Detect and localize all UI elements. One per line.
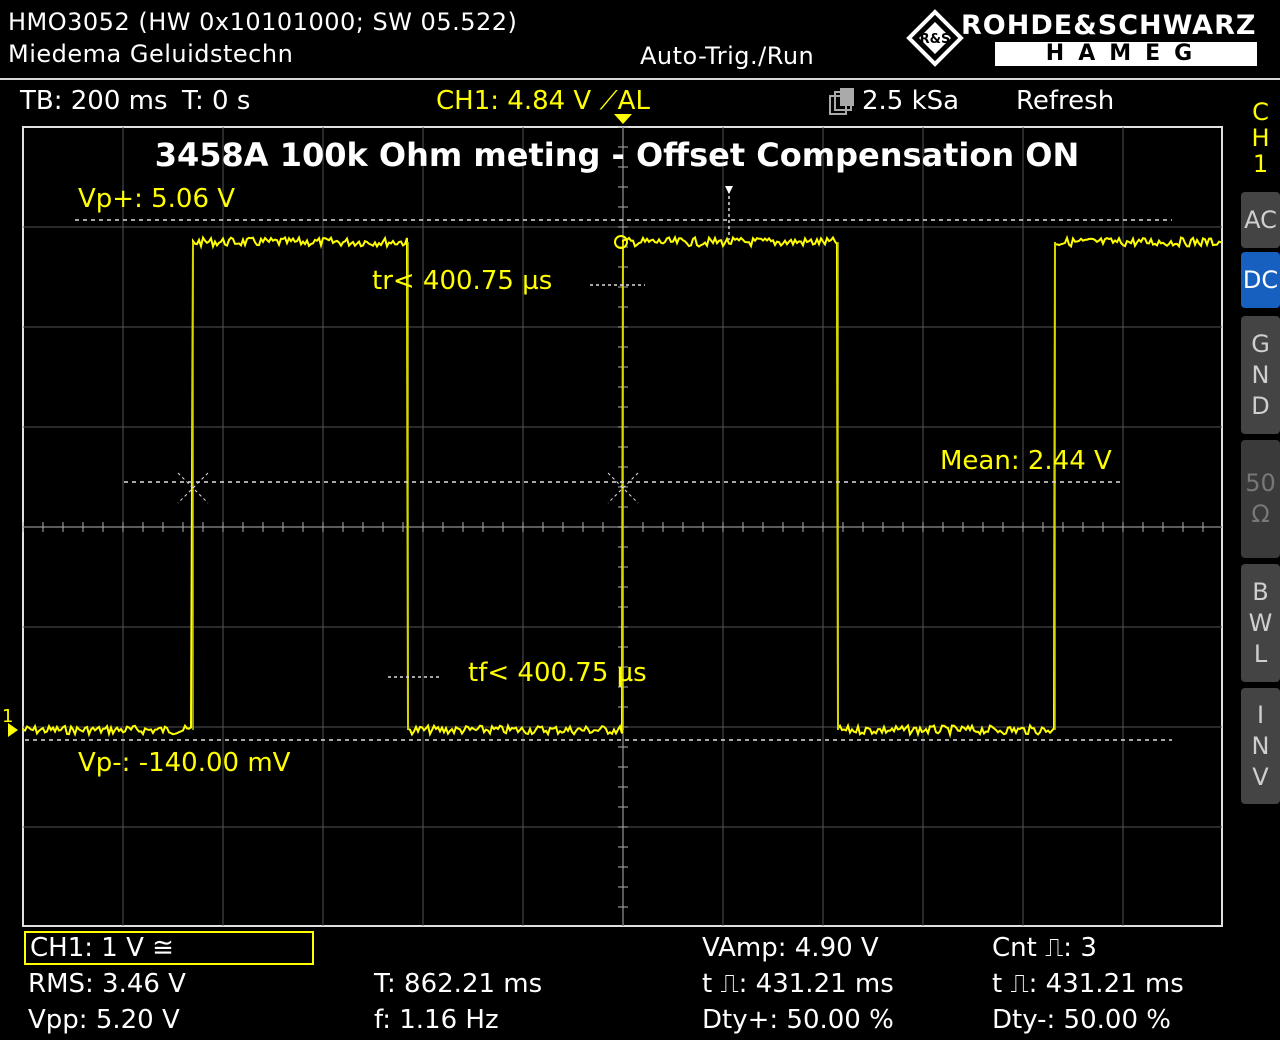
gnd-button[interactable]: G N D [1241, 316, 1280, 434]
inv-button[interactable]: I N V [1241, 688, 1280, 804]
trigger-point-marker [614, 235, 628, 249]
owner-name: Miedema Geluidstechn [8, 40, 294, 68]
ac-coupling-button[interactable]: AC [1241, 192, 1280, 248]
gnd-letter-d: D [1251, 391, 1270, 420]
bwl-button[interactable]: B W L [1241, 564, 1280, 682]
frequency-value: f: 1.16 Hz [374, 1005, 499, 1035]
positive-duty-cycle: Dty+: 50.00 % [702, 1005, 894, 1035]
dc-coupling-button[interactable]: DC [1241, 252, 1280, 308]
fifty-label: 50 [1245, 469, 1276, 497]
positive-pulse-width: t ⎍: 431.21 ms [702, 969, 894, 999]
waveform-display[interactable] [0, 112, 1240, 932]
inv-letter-i: I [1256, 700, 1265, 729]
brand-top: ROHDE&SCHWARZ [961, 10, 1257, 41]
screen-title: 3458A 100k Ohm meting - Offset Compensat… [154, 136, 1080, 174]
header-separator [0, 78, 1280, 80]
trigger-mode: Auto-Trig./Run [640, 42, 815, 70]
channel-letter-c: C [1252, 98, 1269, 126]
ohm-icon: Ω [1251, 500, 1270, 528]
bwl-letter-b: B [1252, 577, 1269, 606]
vamp-value: VAmp: 4.90 V [702, 933, 879, 963]
negative-duty-cycle: Dty-: 50.00 % [992, 1005, 1171, 1035]
fall-time-label: tf< 400.75 µs [468, 658, 647, 688]
time-cursor-marker [725, 186, 733, 194]
period-value: T: 862.21 ms [374, 969, 543, 999]
device-info: HMO3052 (HW 0x10101000; SW 05.522) [8, 8, 518, 36]
channel-letter-h: H [1251, 124, 1270, 152]
inv-letter-v: V [1252, 762, 1269, 791]
channel-setting[interactable]: CH1: 1 V ≅ [30, 933, 174, 963]
gnd-letter-g: G [1251, 329, 1270, 358]
negative-pulse-width: t ⎍: 431.21 ms [992, 969, 1184, 999]
dc-label: DC [1242, 265, 1279, 294]
fifty-ohm-button[interactable]: 50 Ω [1241, 440, 1280, 558]
ac-label: AC [1244, 205, 1277, 234]
svg-text:R&S: R&S [920, 32, 951, 47]
bwl-letter-w: W [1248, 608, 1273, 637]
trigger-position-marker [614, 114, 632, 124]
bwl-letter-l: L [1253, 639, 1268, 668]
vpp-value: Vpp: 5.20 V [28, 1005, 180, 1035]
channel-number: 1 [1252, 150, 1269, 178]
pulse-count: Cnt ⎍: 3 [992, 933, 1097, 963]
brand-bottom: HAMEG [995, 42, 1257, 66]
channel-ground-marker[interactable]: 1 [2, 706, 13, 727]
rs-diamond-icon: R&S [906, 9, 964, 67]
channel-menu-label: C H 1 [1241, 96, 1280, 180]
vp-plus-label: Vp+: 5.06 V [78, 184, 236, 214]
rms-value: RMS: 3.46 V [28, 969, 186, 999]
brand-logo: R&S ROHDE&SCHWARZ HAMEG [905, 8, 1273, 68]
rise-time-label: tr< 400.75 µs [372, 266, 553, 296]
gnd-letter-n: N [1251, 360, 1270, 389]
vp-minus-label: Vp-: -140.00 mV [78, 748, 291, 778]
inv-letter-n: N [1251, 731, 1270, 760]
mean-label: Mean: 2.44 V [940, 446, 1112, 476]
